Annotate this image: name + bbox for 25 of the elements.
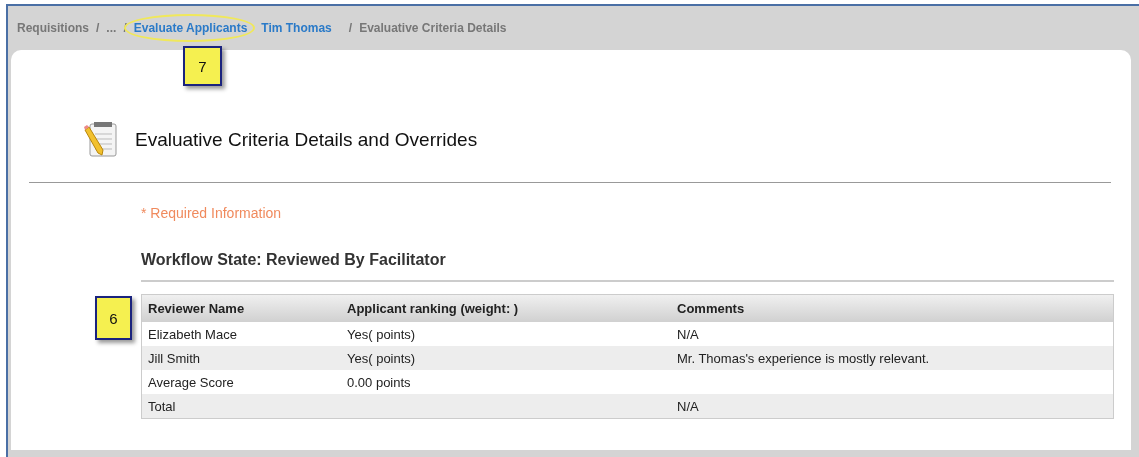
callout-marker: 6 xyxy=(95,296,132,340)
table-cell: N/A xyxy=(671,394,1114,419)
callout-marker: 7 xyxy=(183,46,222,86)
breadcrumb-separator: / xyxy=(96,21,100,35)
breadcrumb-item: Evaluative Criteria Details xyxy=(359,21,507,35)
table-cell: Jill Smith xyxy=(141,346,341,370)
table-cell: Yes( points) xyxy=(341,322,671,346)
table-cell: 0.00 points xyxy=(341,370,671,394)
table-cell: Yes( points) xyxy=(341,346,671,370)
breadcrumb-item: Requisitions xyxy=(17,21,89,35)
breadcrumb-link[interactable]: Evaluate Applicants xyxy=(133,21,248,35)
column-header: Applicant ranking (weight: ) xyxy=(341,294,671,322)
breadcrumb-item: ... xyxy=(106,21,117,35)
column-header: Comments xyxy=(671,294,1114,322)
table-cell: Elizabeth Mace xyxy=(141,322,341,346)
section-heading: Workflow State: Reviewed By Facilitator xyxy=(141,251,447,269)
column-header: Reviewer Name xyxy=(141,294,341,322)
table-cell: Mr. Thomas's experience is mostly relevant. xyxy=(671,346,1114,370)
table-cell: N/A xyxy=(671,322,1114,346)
breadcrumb-separator: / xyxy=(348,21,353,35)
table-cell: Total xyxy=(141,394,341,419)
breadcrumb-link[interactable]: Tim Thomas xyxy=(261,21,332,35)
required-note: * Required Information xyxy=(141,205,283,221)
table-cell: Average Score xyxy=(141,370,341,394)
page-title: Evaluative Criteria Details and Overrides xyxy=(135,129,478,151)
